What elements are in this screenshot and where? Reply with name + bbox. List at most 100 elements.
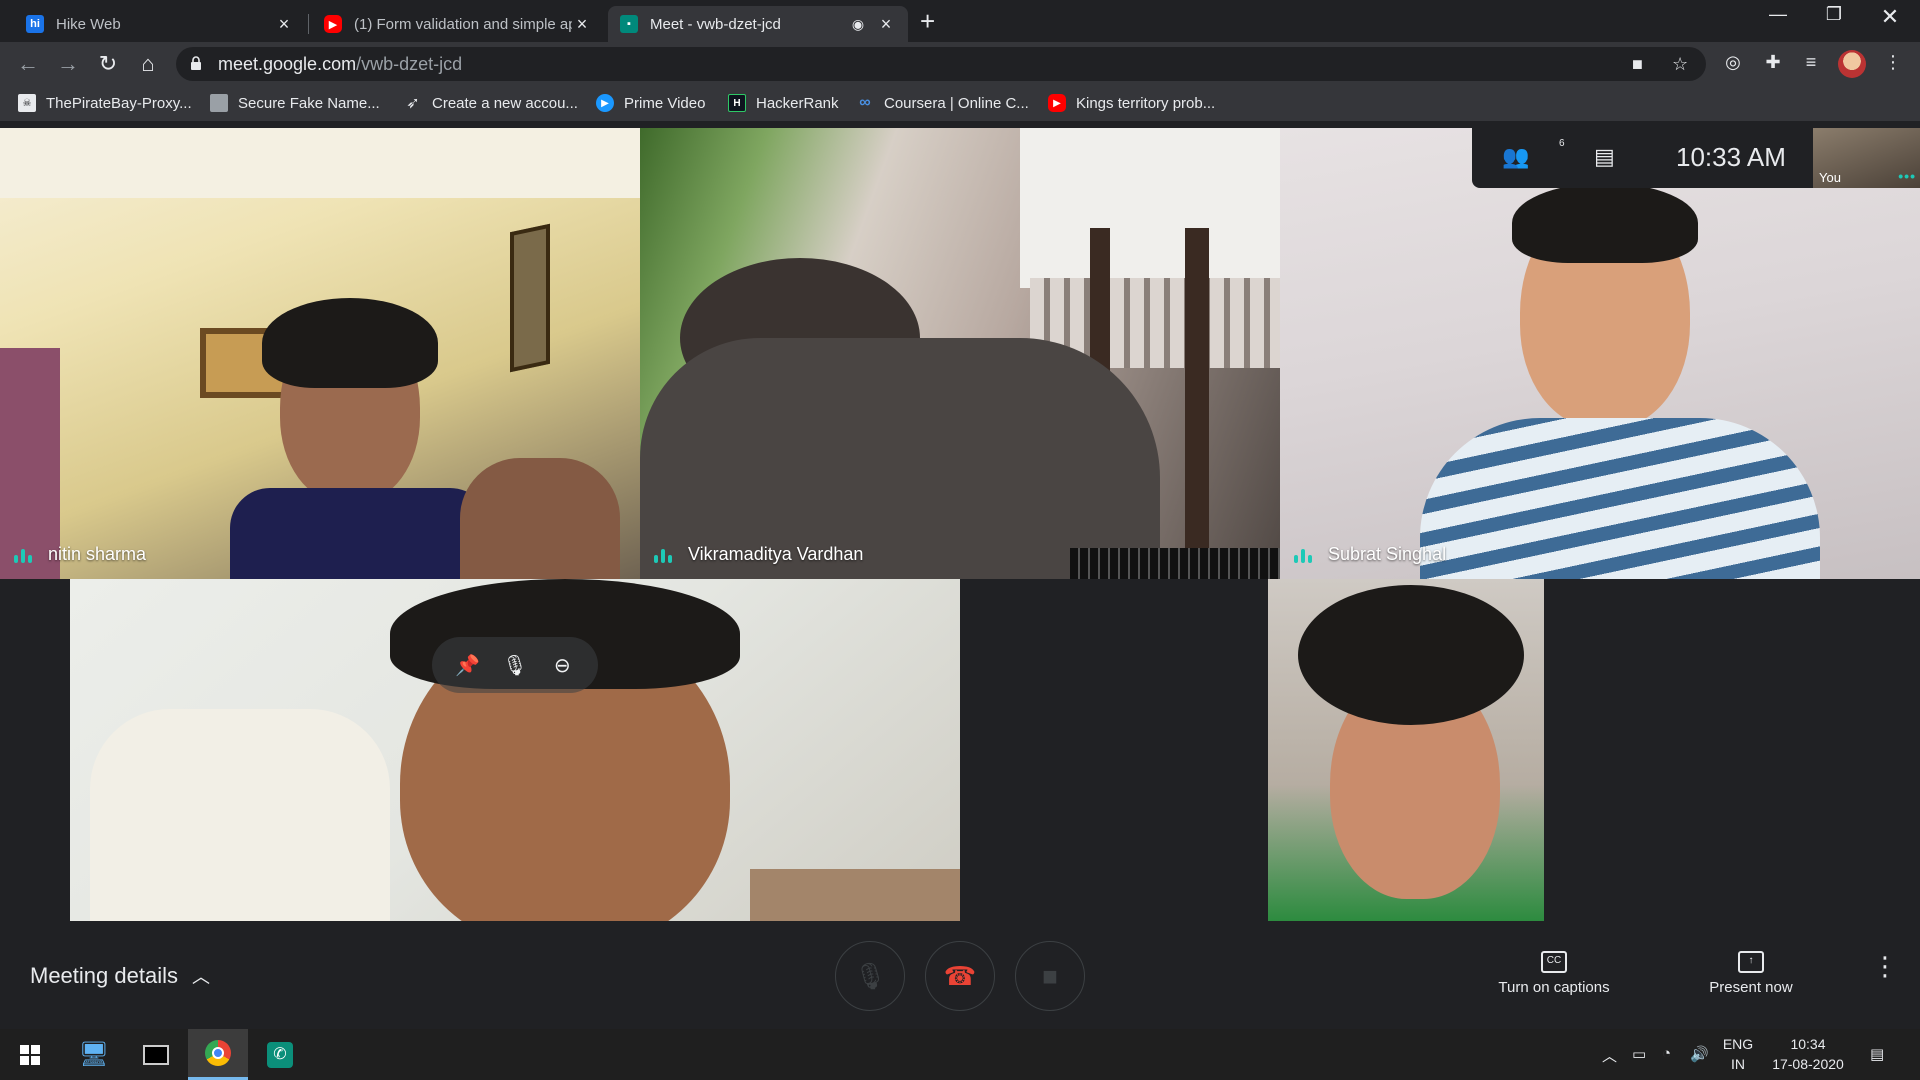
striped-shirt	[1420, 418, 1820, 579]
bookmark-label: Kings territory prob...	[1076, 94, 1216, 112]
window-close-button[interactable]: ✕	[1870, 4, 1910, 30]
hike-icon: hi	[26, 15, 44, 33]
notifications-icon[interactable]: ▤	[1870, 1045, 1884, 1063]
windows-logo-icon	[20, 1044, 40, 1065]
system-clock[interactable]: 10:34 17-08-2020	[1766, 1034, 1850, 1074]
people-icon[interactable]: 👥	[1502, 144, 1529, 170]
restore-button[interactable]: ❐	[1814, 4, 1854, 25]
body	[640, 338, 1160, 579]
bookmark-item[interactable]: ➶ Create a new accou...	[404, 94, 578, 113]
bookmark-label: Prime Video	[624, 94, 706, 112]
participant-tile[interactable]	[70, 579, 960, 921]
language-code: ENG	[1722, 1036, 1754, 1052]
present-screen-icon: ↑	[1738, 951, 1764, 973]
meeting-details-button[interactable]: Meeting details ︿	[30, 963, 210, 989]
ceiling	[0, 128, 640, 198]
participant-tile[interactable]: Subrat Singhal	[1280, 128, 1920, 579]
camera-icon[interactable]: ■	[1632, 54, 1643, 75]
page-icon	[210, 94, 228, 112]
captions-button[interactable]: CC Turn on captions	[1486, 951, 1622, 996]
minimize-button[interactable]: —	[1758, 4, 1798, 25]
more-options-button[interactable]: ⋮	[1872, 953, 1898, 979]
participant-tile[interactable]: Vikramaditya Vardhan	[640, 128, 1280, 579]
start-button[interactable]	[0, 1029, 60, 1080]
present-label: Present now	[1709, 979, 1793, 996]
volume-icon[interactable]: 🔊	[1690, 1045, 1709, 1063]
show-hidden-icons-chevron-icon[interactable]: ︿	[1602, 1045, 1617, 1066]
reload-button[interactable]: ↻	[94, 50, 122, 78]
tab-title: Hike Web	[56, 15, 121, 33]
video-camera-icon: ■	[1042, 960, 1058, 991]
battery-icon[interactable]: ▭	[1632, 1045, 1646, 1063]
tab-youtube[interactable]: ▶ (1) Form validation and simple ap ×	[312, 6, 604, 42]
participant-tile[interactable]	[1268, 579, 1544, 921]
video-grid: nitin sharma Vikramaditya Vardhan Subrat…	[0, 128, 1920, 921]
extension-icon[interactable]: ◎	[1720, 52, 1746, 73]
new-tab-button[interactable]: +	[920, 8, 935, 34]
taskbar-app-terminal[interactable]	[126, 1029, 186, 1080]
menu-icon[interactable]: ⋮	[1880, 52, 1906, 73]
prime-icon: ▶	[596, 94, 614, 112]
youtube-icon: ▶	[1048, 94, 1066, 112]
lock-icon	[191, 56, 201, 70]
participant-tile[interactable]: nitin sharma	[0, 128, 640, 579]
youtube-icon: ▶	[324, 15, 342, 33]
window-light	[1020, 128, 1280, 288]
star-icon[interactable]: ☆	[1672, 54, 1688, 75]
bookmark-item[interactable]: ▶ Prime Video	[596, 94, 705, 112]
keyboard	[1070, 548, 1280, 579]
chat-icon[interactable]: ▤	[1594, 144, 1615, 170]
close-icon[interactable]: ×	[274, 14, 294, 35]
present-now-button[interactable]: ↑ Present now	[1690, 951, 1812, 996]
microphone-button[interactable]: 🎙	[835, 941, 905, 1011]
camera-button[interactable]: ■	[1015, 941, 1085, 1011]
remove-icon[interactable]: ⊖	[548, 653, 576, 678]
bookmark-item[interactable]: ∞ Coursera | Online C...	[856, 94, 1029, 112]
more-options-icon[interactable]: •••	[1898, 168, 1916, 184]
back-button[interactable]: ←	[14, 50, 42, 78]
closed-captions-icon: CC	[1541, 951, 1567, 973]
taskbar-app-explorer[interactable]: 🖥	[64, 1029, 124, 1080]
tab-hike-web[interactable]: hi Hike Web ×	[14, 6, 306, 42]
chevron-up-icon: ︿	[191, 967, 210, 987]
chair-back	[1185, 228, 1209, 579]
bookmark-item[interactable]: ▶ Kings territory prob...	[1048, 94, 1215, 112]
bookmark-item[interactable]: Secure Fake Name...	[210, 94, 380, 112]
speaking-indicator-icon	[14, 549, 32, 563]
puzzle-icon[interactable]: ✚	[1760, 52, 1786, 73]
forward-button[interactable]: →	[54, 50, 82, 78]
speaking-indicator-icon	[1294, 549, 1312, 563]
clock-time: 10:34	[1790, 1036, 1826, 1052]
participants-count: 6	[1559, 138, 1565, 149]
taskbar-app-chrome[interactable]	[188, 1029, 248, 1080]
arm	[460, 458, 620, 579]
region-code: IN	[1731, 1056, 1745, 1072]
hackerrank-icon: H	[728, 94, 746, 112]
pillow	[90, 709, 390, 921]
bookmark-item[interactable]: H HackerRank	[728, 94, 839, 112]
participant-name: Subrat Singhal	[1328, 544, 1447, 564]
avatar[interactable]	[1838, 50, 1866, 78]
clock-date: 17-08-2020	[1772, 1056, 1844, 1072]
url-text: meet.google.com/vwb-dzet-jcd	[218, 54, 463, 74]
hang-up-button[interactable]: ☎	[925, 941, 995, 1011]
tab-meet[interactable]: ▪ Meet - vwb-dzet-jcd ◉ ×	[608, 6, 908, 42]
home-button[interactable]: ⌂	[134, 50, 162, 78]
close-icon[interactable]: ×	[572, 14, 592, 35]
media-control-icon[interactable]: ≡	[1798, 52, 1824, 73]
chrome-icon	[205, 1040, 231, 1066]
language-indicator[interactable]: ENG IN	[1718, 1034, 1758, 1074]
taskbar-app-whatsapp[interactable]: ✆	[250, 1029, 310, 1080]
coursera-icon: ∞	[859, 94, 871, 111]
bookmark-item[interactable]: ☠ ThePirateBay-Proxy...	[18, 94, 192, 112]
meeting-info-bar: 👥 6 ▤ 10:33 AM You •••	[1472, 128, 1920, 188]
close-icon[interactable]: ×	[876, 14, 896, 35]
wifi-icon[interactable]: ◔	[1662, 1045, 1671, 1062]
recording-dot-icon: ◉	[851, 15, 865, 32]
phone-hangup-icon: ☎	[943, 960, 977, 991]
meet-controls-bar: Meeting details ︿ 🎙 ☎ ■ CC Turn on capti…	[0, 921, 1920, 1029]
self-view[interactable]: You •••	[1813, 128, 1920, 188]
mic-icon[interactable]: 🎙	[501, 653, 529, 678]
address-bar[interactable]: meet.google.com/vwb-dzet-jcd ■ ☆	[176, 47, 1706, 81]
pin-icon[interactable]: 📌	[454, 653, 482, 678]
